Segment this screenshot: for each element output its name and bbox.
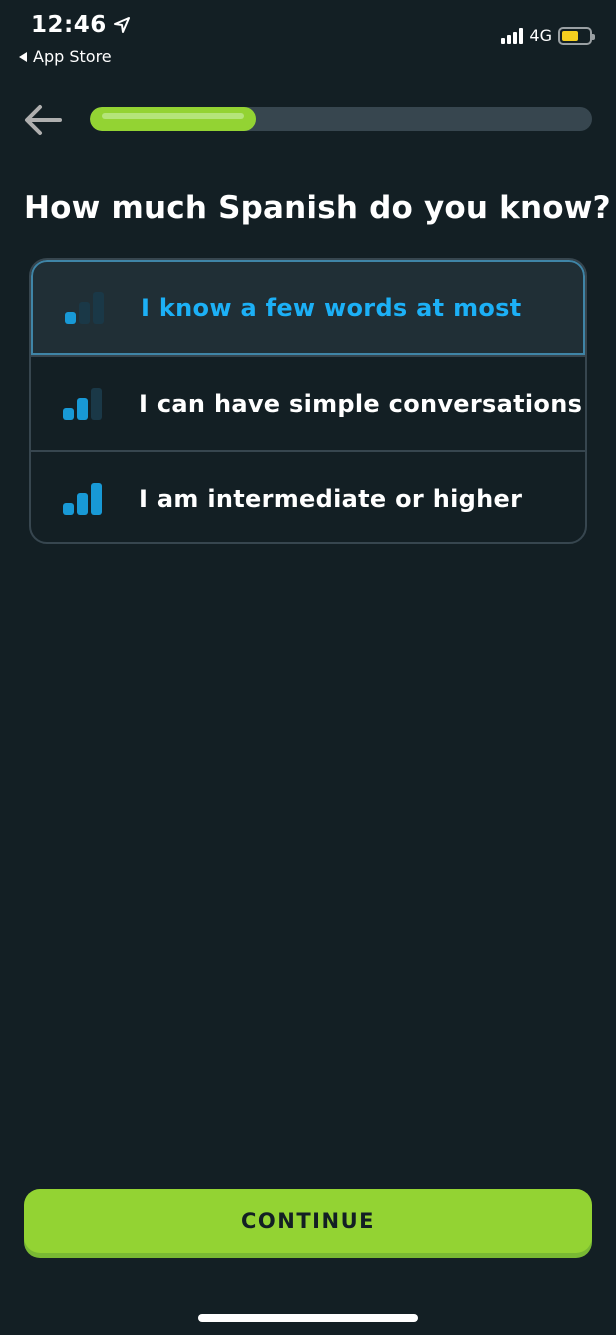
level-2-bars-icon bbox=[63, 387, 105, 420]
continue-button[interactable]: CONTINUE bbox=[24, 1189, 592, 1253]
option-label: I am intermediate or higher bbox=[139, 484, 523, 513]
back-to-app-label: App Store bbox=[33, 47, 112, 66]
level-bar bbox=[77, 492, 88, 515]
level-1-bars-icon bbox=[65, 291, 107, 324]
status-time: 12:46 bbox=[31, 12, 131, 38]
home-indicator bbox=[198, 1314, 418, 1322]
status-indicators: 4G bbox=[501, 26, 595, 45]
back-triangle-icon bbox=[19, 51, 27, 62]
continue-label: CONTINUE bbox=[241, 1209, 375, 1233]
screen: 12:46 App Store 4G How much Spanish do y… bbox=[0, 0, 616, 1335]
level-bar bbox=[91, 482, 102, 515]
lesson-progress-bar bbox=[90, 107, 592, 131]
level-bar bbox=[93, 291, 104, 324]
option-intermediate[interactable]: I am intermediate or higher bbox=[31, 450, 585, 542]
location-arrow-icon bbox=[113, 17, 130, 33]
battery-fill bbox=[562, 30, 578, 41]
option-simple-conversations[interactable]: I can have simple conversations bbox=[31, 355, 585, 450]
progress-fill bbox=[90, 107, 256, 131]
back-to-app-link[interactable]: App Store bbox=[18, 47, 112, 66]
status-time-text: 12:46 bbox=[31, 12, 107, 38]
level-bar bbox=[77, 397, 88, 420]
network-label: 4G bbox=[529, 26, 552, 45]
level-bar bbox=[91, 387, 102, 420]
level-bar bbox=[63, 407, 74, 420]
cellular-signal-icon bbox=[501, 27, 524, 44]
level-bar bbox=[65, 311, 76, 324]
battery-icon bbox=[558, 26, 595, 45]
level-bar bbox=[79, 301, 90, 324]
question-title: How much Spanish do you know? bbox=[24, 190, 611, 226]
options-list: I know a few words at most I can have si… bbox=[29, 258, 587, 544]
option-label: I can have simple conversations bbox=[139, 389, 583, 418]
option-label: I know a few words at most bbox=[141, 293, 522, 322]
level-3-bars-icon bbox=[63, 482, 105, 515]
level-bar bbox=[63, 502, 74, 515]
back-button[interactable] bbox=[22, 100, 64, 140]
option-few-words[interactable]: I know a few words at most bbox=[31, 260, 585, 355]
arrow-left-icon bbox=[25, 105, 62, 135]
